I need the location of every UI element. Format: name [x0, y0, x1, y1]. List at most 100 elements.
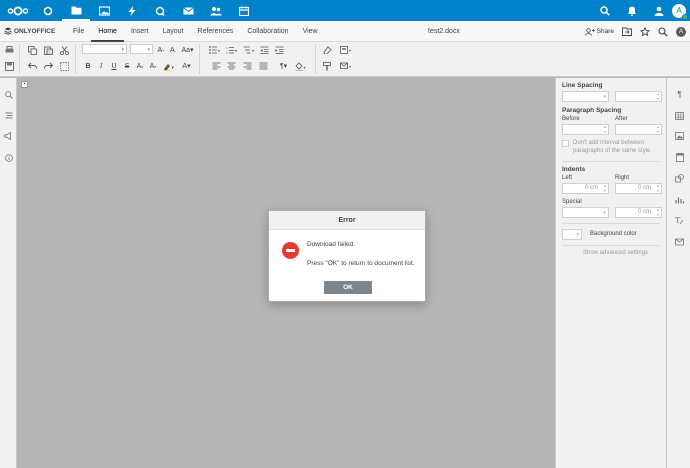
svg-text:2: 2 [226, 51, 228, 55]
spacing-after-input[interactable]: ▴ ▾ [615, 124, 662, 135]
tab-references[interactable]: References [191, 21, 241, 42]
numbering-icon[interactable]: 1 2 ▾ [225, 45, 238, 55]
special-indent-select[interactable]: ▾ [562, 207, 609, 218]
bold-icon[interactable]: B [83, 61, 93, 71]
tab-home[interactable]: Home [91, 21, 124, 42]
tab-collaboration[interactable]: Collaboration [240, 21, 295, 42]
undo-icon[interactable] [27, 61, 37, 71]
paste-icon[interactable] [43, 45, 53, 55]
share-users-icon [584, 27, 595, 36]
copy-icon[interactable] [27, 45, 37, 55]
special-indent-input[interactable]: 0 cm ▴ ▾ [615, 207, 662, 218]
print-icon[interactable] [4, 45, 14, 55]
about-icon[interactable] [4, 153, 13, 162]
open-location-icon[interactable] [622, 27, 632, 36]
select-all-icon[interactable] [59, 61, 69, 71]
table-settings-icon[interactable] [675, 111, 684, 120]
app-photos[interactable] [90, 0, 118, 21]
app-activity[interactable] [118, 0, 146, 21]
align-right-icon[interactable] [242, 61, 252, 71]
align-left-icon[interactable] [211, 61, 221, 71]
editor-search-icon[interactable] [658, 26, 668, 37]
tab-view[interactable]: View [296, 21, 325, 42]
document-title: test2.docx [428, 28, 460, 35]
share-button[interactable]: Share [584, 27, 614, 36]
app-files[interactable] [62, 0, 90, 21]
dont-add-interval-checkbox[interactable] [562, 140, 569, 147]
editor-user-avatar[interactable]: A [676, 26, 686, 37]
clear-style-icon[interactable] [322, 45, 332, 55]
right-indent-input[interactable]: 0 cm ▴ ▾ [615, 183, 662, 194]
paragraph-settings-icon[interactable]: ¶ [675, 90, 684, 99]
highlight-color-icon[interactable]: ▾ [162, 61, 175, 71]
save-icon[interactable] [4, 61, 14, 71]
font-size-combo[interactable]: ▾ [130, 44, 153, 54]
subscript-icon[interactable]: Ax [148, 61, 158, 71]
color-scheme-icon[interactable]: ▾ [339, 45, 352, 55]
svg-text:▾: ▾ [171, 65, 174, 71]
app-calendar[interactable] [230, 0, 258, 21]
header-footer-icon[interactable] [675, 153, 684, 162]
image-settings-icon[interactable] [675, 131, 684, 140]
underline-icon[interactable]: U [109, 61, 119, 71]
decrease-font-icon[interactable]: A- [168, 45, 178, 55]
paragraph-marks-icon[interactable]: ¶▾ [277, 61, 290, 71]
favorite-star-icon[interactable] [640, 26, 650, 37]
multilevel-list-icon[interactable]: ▾ [242, 45, 255, 55]
align-center-icon[interactable] [226, 61, 236, 71]
decrease-indent-icon[interactable] [259, 45, 269, 55]
tab-stop-selector[interactable]: ▪ [21, 81, 28, 88]
bell-icon [627, 6, 636, 16]
navigation-icon[interactable] [4, 111, 13, 120]
increase-indent-icon[interactable] [274, 45, 284, 55]
italic-icon[interactable]: I [96, 61, 106, 71]
find-icon[interactable] [4, 90, 13, 99]
right-indent-label: Right [615, 175, 630, 181]
svg-text:▾: ▾ [349, 64, 351, 69]
change-case-icon[interactable]: Aa▾ [181, 45, 194, 55]
tab-insert[interactable]: Insert [124, 21, 156, 42]
shape-settings-icon[interactable] [675, 174, 684, 183]
font-color-icon[interactable]: A▾ [180, 61, 193, 71]
feedback-icon[interactable] [4, 131, 13, 140]
tab-layout[interactable]: Layout [155, 21, 190, 42]
app-dashboard[interactable] [34, 0, 62, 21]
notifications-button[interactable] [618, 0, 645, 21]
mail-merge-settings-icon[interactable] [675, 237, 684, 246]
ok-button[interactable]: OK [324, 281, 372, 294]
search-button[interactable] [591, 0, 618, 21]
paragraph-spacing-heading: Paragraph Spacing [562, 107, 622, 114]
line-spacing-value-input[interactable]: ▴ ▾ [615, 91, 662, 102]
redo-icon[interactable] [43, 61, 53, 71]
background-color-label: Background color [590, 231, 637, 237]
toolbar-separator [75, 44, 76, 74]
user-avatar[interactable]: A [672, 3, 688, 20]
right-sidebar-tabs: ¶ T [666, 78, 690, 468]
contacts-menu-button[interactable] [645, 0, 672, 21]
app-mail[interactable] [174, 0, 202, 21]
tab-file[interactable]: File [66, 21, 91, 42]
line-spacing-type-select[interactable]: ▾ [562, 91, 609, 102]
left-indent-value: 0 cm [584, 185, 598, 191]
justify-icon[interactable] [258, 61, 268, 71]
strikethrough-icon[interactable]: S [122, 61, 132, 71]
font-name-combo[interactable]: ▾ [82, 44, 127, 54]
app-contacts[interactable] [202, 0, 230, 21]
spacing-before-input[interactable]: ▴ ▾ [562, 124, 609, 135]
dont-add-interval-label: Don't add interval between [573, 140, 644, 146]
left-indent-input[interactable]: 0 cm ▴ ▾ [562, 183, 609, 194]
increase-font-icon[interactable]: A + [156, 45, 166, 55]
app-talk[interactable] [146, 0, 174, 21]
background-color-picker[interactable]: ▾ [562, 229, 582, 240]
nextcloud-logo[interactable] [2, 0, 34, 21]
superscript-icon[interactable]: Ax [135, 61, 145, 71]
svg-text:▾: ▾ [349, 48, 351, 53]
mail-merge-icon[interactable]: ▾ [339, 61, 352, 71]
copy-style-icon[interactable] [322, 61, 332, 71]
chart-settings-icon[interactable] [675, 195, 684, 204]
shading-icon[interactable]: ▾ [294, 61, 307, 71]
show-advanced-settings-link[interactable]: Show advanced settings [583, 250, 648, 256]
cut-icon[interactable] [59, 45, 69, 55]
bullets-icon[interactable]: ▾ [208, 45, 221, 55]
text-art-settings-icon[interactable]: T [675, 216, 684, 225]
